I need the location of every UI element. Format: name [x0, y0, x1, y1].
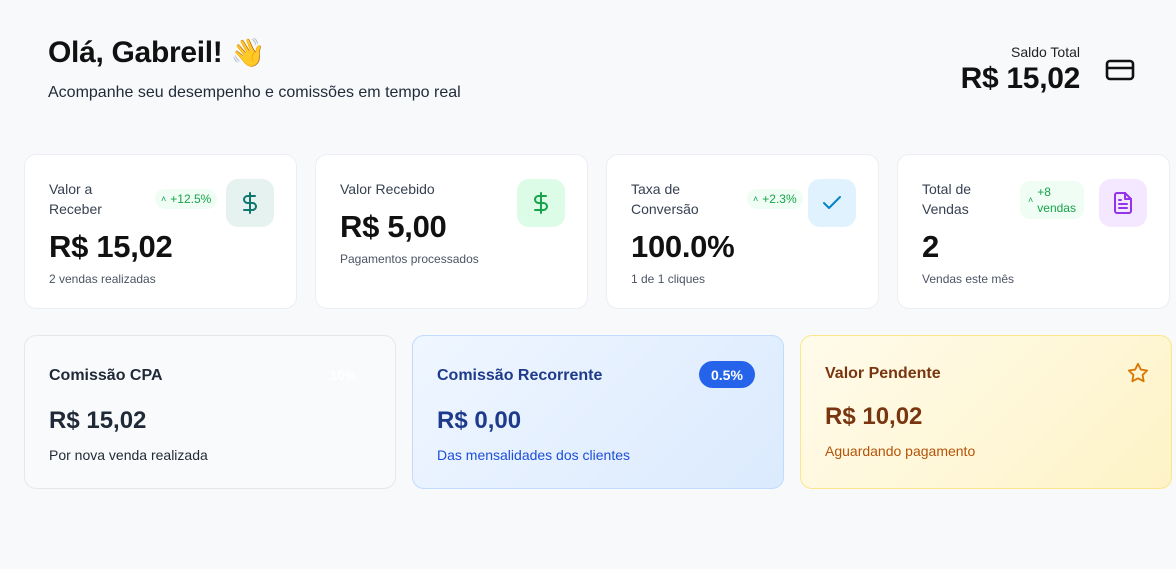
growth-badge: ˄ +8 vendas	[1020, 181, 1084, 219]
stat-note: 1 de 1 cliques	[631, 272, 706, 286]
stat-icon-box	[808, 179, 856, 227]
growth-badge-label: +12.5%	[170, 192, 212, 206]
growth-badge-line2: vendas	[1037, 201, 1076, 215]
commission-rate-badge: 10%	[330, 368, 357, 383]
stat-title: Valor Recebido	[340, 181, 435, 197]
stat-title: Taxa de Conversão	[631, 181, 699, 217]
commission-value: R$ 0,00	[437, 407, 522, 434]
page-header: Olá, Gabreil! 👋 Acompanhe seu desempenho…	[48, 36, 461, 102]
dollar-icon	[243, 192, 257, 214]
commission-note: Por nova venda realizada	[49, 447, 208, 463]
caret-up-icon: ˄	[161, 194, 167, 204]
balance-label: Saldo Total	[1010, 44, 1080, 60]
stat-card-taxa-conversao: Taxa de Conversão ˄ +2.3% 100.0% 1 de 1 …	[606, 154, 879, 309]
stat-value: R$ 15,02	[49, 229, 173, 264]
credit-card-icon	[1105, 59, 1135, 81]
commission-title: Valor Pendente	[825, 365, 941, 382]
commission-value: R$ 10,02	[825, 403, 923, 430]
check-icon	[823, 196, 841, 209]
growth-badge: ˄ +2.3%	[747, 189, 803, 209]
stat-value: 2	[922, 229, 939, 264]
page-subtitle: Acompanhe seu desempenho e comissões em …	[48, 84, 461, 101]
commission-title: Comissão CPA	[49, 367, 163, 384]
stat-card-valor-a-receber: Valor a Receber ˄ +12.5% R$ 15,02 2 vend…	[24, 154, 297, 309]
total-balance: Saldo Total R$ 15,02	[960, 44, 1081, 96]
stat-icon-box	[517, 179, 565, 227]
commission-note: Das mensalidades dos clientes	[437, 447, 630, 463]
stat-value: R$ 5,00	[340, 209, 447, 244]
document-icon	[1114, 192, 1132, 214]
stat-note: Pagamentos processados	[340, 252, 479, 266]
caret-up-icon: ˄	[753, 194, 759, 204]
commission-card-recorrente: Comissão Recorrente 0.5% R$ 0,00 Das men…	[412, 335, 784, 489]
stat-title: Total de Vendas	[922, 181, 972, 217]
caret-up-icon: ˄	[1028, 195, 1034, 205]
stat-title: Valor a Receber	[49, 181, 102, 217]
stat-icon-box	[1099, 179, 1147, 227]
growth-badge-line1: +8	[1037, 185, 1051, 199]
commission-value: R$ 15,02	[49, 407, 147, 434]
growth-badge: ˄ +12.5%	[155, 189, 218, 209]
growth-badge-label: +2.3%	[762, 192, 797, 206]
stat-icon-box	[226, 179, 274, 227]
wave-icon: 👋	[230, 37, 266, 68]
stat-note: 2 vendas realizadas	[49, 272, 156, 286]
commission-note: Aguardando pagamento	[825, 443, 976, 459]
wallet-button[interactable]	[1100, 50, 1140, 90]
stat-note: Vendas este mês	[922, 272, 1015, 286]
stat-card-total-vendas: Total de Vendas ˄ +8 vendas 2 Vendas est…	[897, 154, 1170, 309]
growth-badge-label: +8 vendas	[1037, 184, 1076, 216]
commission-card-cpa: Comissão CPA 10% R$ 15,02 Por nova venda…	[24, 335, 396, 489]
commission-rate-badge: 0.5%	[699, 361, 755, 388]
balance-value: R$ 15,02	[960, 62, 1081, 95]
dollar-icon	[534, 192, 548, 214]
stat-value: 100.0%	[631, 229, 735, 264]
commission-title: Comissão Recorrente	[437, 367, 603, 384]
greeting-title: Olá, Gabreil!	[48, 36, 223, 69]
commission-card-pendente: Valor Pendente R$ 10,02 Aguardando pagam…	[800, 335, 1172, 489]
star-icon	[1127, 362, 1149, 383]
greeting-row: Olá, Gabreil! 👋	[48, 36, 461, 70]
stat-card-valor-recebido: Valor Recebido R$ 5,00 Pagamentos proces…	[315, 154, 588, 309]
